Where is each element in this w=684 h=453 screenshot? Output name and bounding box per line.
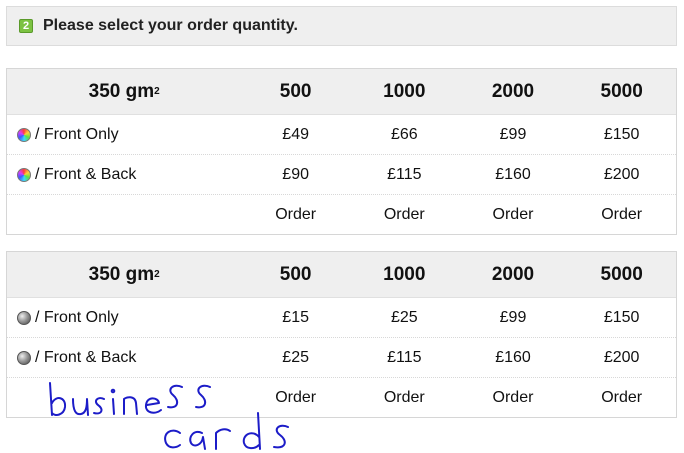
price-cell[interactable]: £150 (567, 126, 676, 144)
order-link-1000[interactable]: Order (350, 389, 459, 407)
quantity-header: 5000 (600, 80, 643, 102)
price-cell[interactable]: £15 (241, 309, 350, 327)
table-header-row: 350 gm 2 500 1000 2000 5000 (7, 252, 676, 298)
price-cell[interactable]: £200 (567, 166, 676, 184)
table-row: / Front Only £15 £25 £99 £150 (7, 298, 676, 338)
print-option-label: / Front & Back (35, 348, 137, 366)
price-table-colour: 350 gm 2 500 1000 2000 5000 / Front Only … (6, 68, 677, 235)
price-cell[interactable]: £200 (567, 349, 676, 367)
price-cell[interactable]: £160 (459, 166, 568, 184)
price-cell[interactable]: £25 (350, 309, 459, 327)
step-header: 2 Please select your order quantity. (6, 6, 677, 46)
order-link-2000[interactable]: Order (459, 389, 568, 407)
price-cell[interactable]: £49 (241, 126, 350, 144)
quantity-header: 1000 (383, 263, 426, 285)
grayscale-ball-icon (17, 310, 31, 325)
price-cell[interactable]: £160 (459, 349, 568, 367)
price-cell[interactable]: £90 (241, 166, 350, 184)
print-option-label: / Front & Back (35, 165, 137, 183)
order-link-2000[interactable]: Order (459, 206, 568, 224)
table-row: / Front & Back £90 £115 £160 £200 (7, 155, 676, 195)
color-wheel-icon (17, 127, 31, 142)
order-link-5000[interactable]: Order (567, 206, 676, 224)
quantity-header: 500 (279, 263, 312, 285)
quantity-header: 500 (279, 80, 312, 102)
quantity-header: 2000 (491, 80, 535, 102)
step-instruction: Please select your order quantity. (43, 17, 298, 34)
order-row: Order Order Order Order (7, 195, 676, 234)
price-cell[interactable]: £115 (350, 349, 459, 367)
price-cell[interactable]: £66 (350, 126, 459, 144)
handwritten-annotation (49, 382, 289, 450)
price-cell[interactable]: £25 (241, 349, 350, 367)
print-option-label: / Front Only (35, 308, 119, 326)
price-cell[interactable]: £115 (350, 166, 459, 184)
stock-weight-label: 350 gm 2 (88, 80, 160, 102)
order-link-1000[interactable]: Order (350, 206, 459, 224)
quantity-header: 1000 (383, 80, 426, 102)
quantity-header: 5000 (600, 263, 643, 285)
stock-weight-label: 350 gm 2 (88, 263, 160, 285)
price-cell[interactable]: £150 (567, 309, 676, 327)
step-number-badge: 2 (19, 19, 33, 33)
color-wheel-icon (17, 167, 31, 182)
grayscale-ball-icon (17, 350, 31, 365)
price-cell[interactable]: £99 (459, 126, 568, 144)
print-option-label: / Front Only (35, 125, 119, 143)
table-row: / Front Only £49 £66 £99 £150 (7, 115, 676, 155)
order-link-5000[interactable]: Order (567, 389, 676, 407)
order-link-500[interactable]: Order (241, 206, 350, 224)
price-cell[interactable]: £99 (459, 309, 568, 327)
quantity-header: 2000 (491, 263, 535, 285)
table-header-row: 350 gm 2 500 1000 2000 5000 (7, 69, 676, 115)
